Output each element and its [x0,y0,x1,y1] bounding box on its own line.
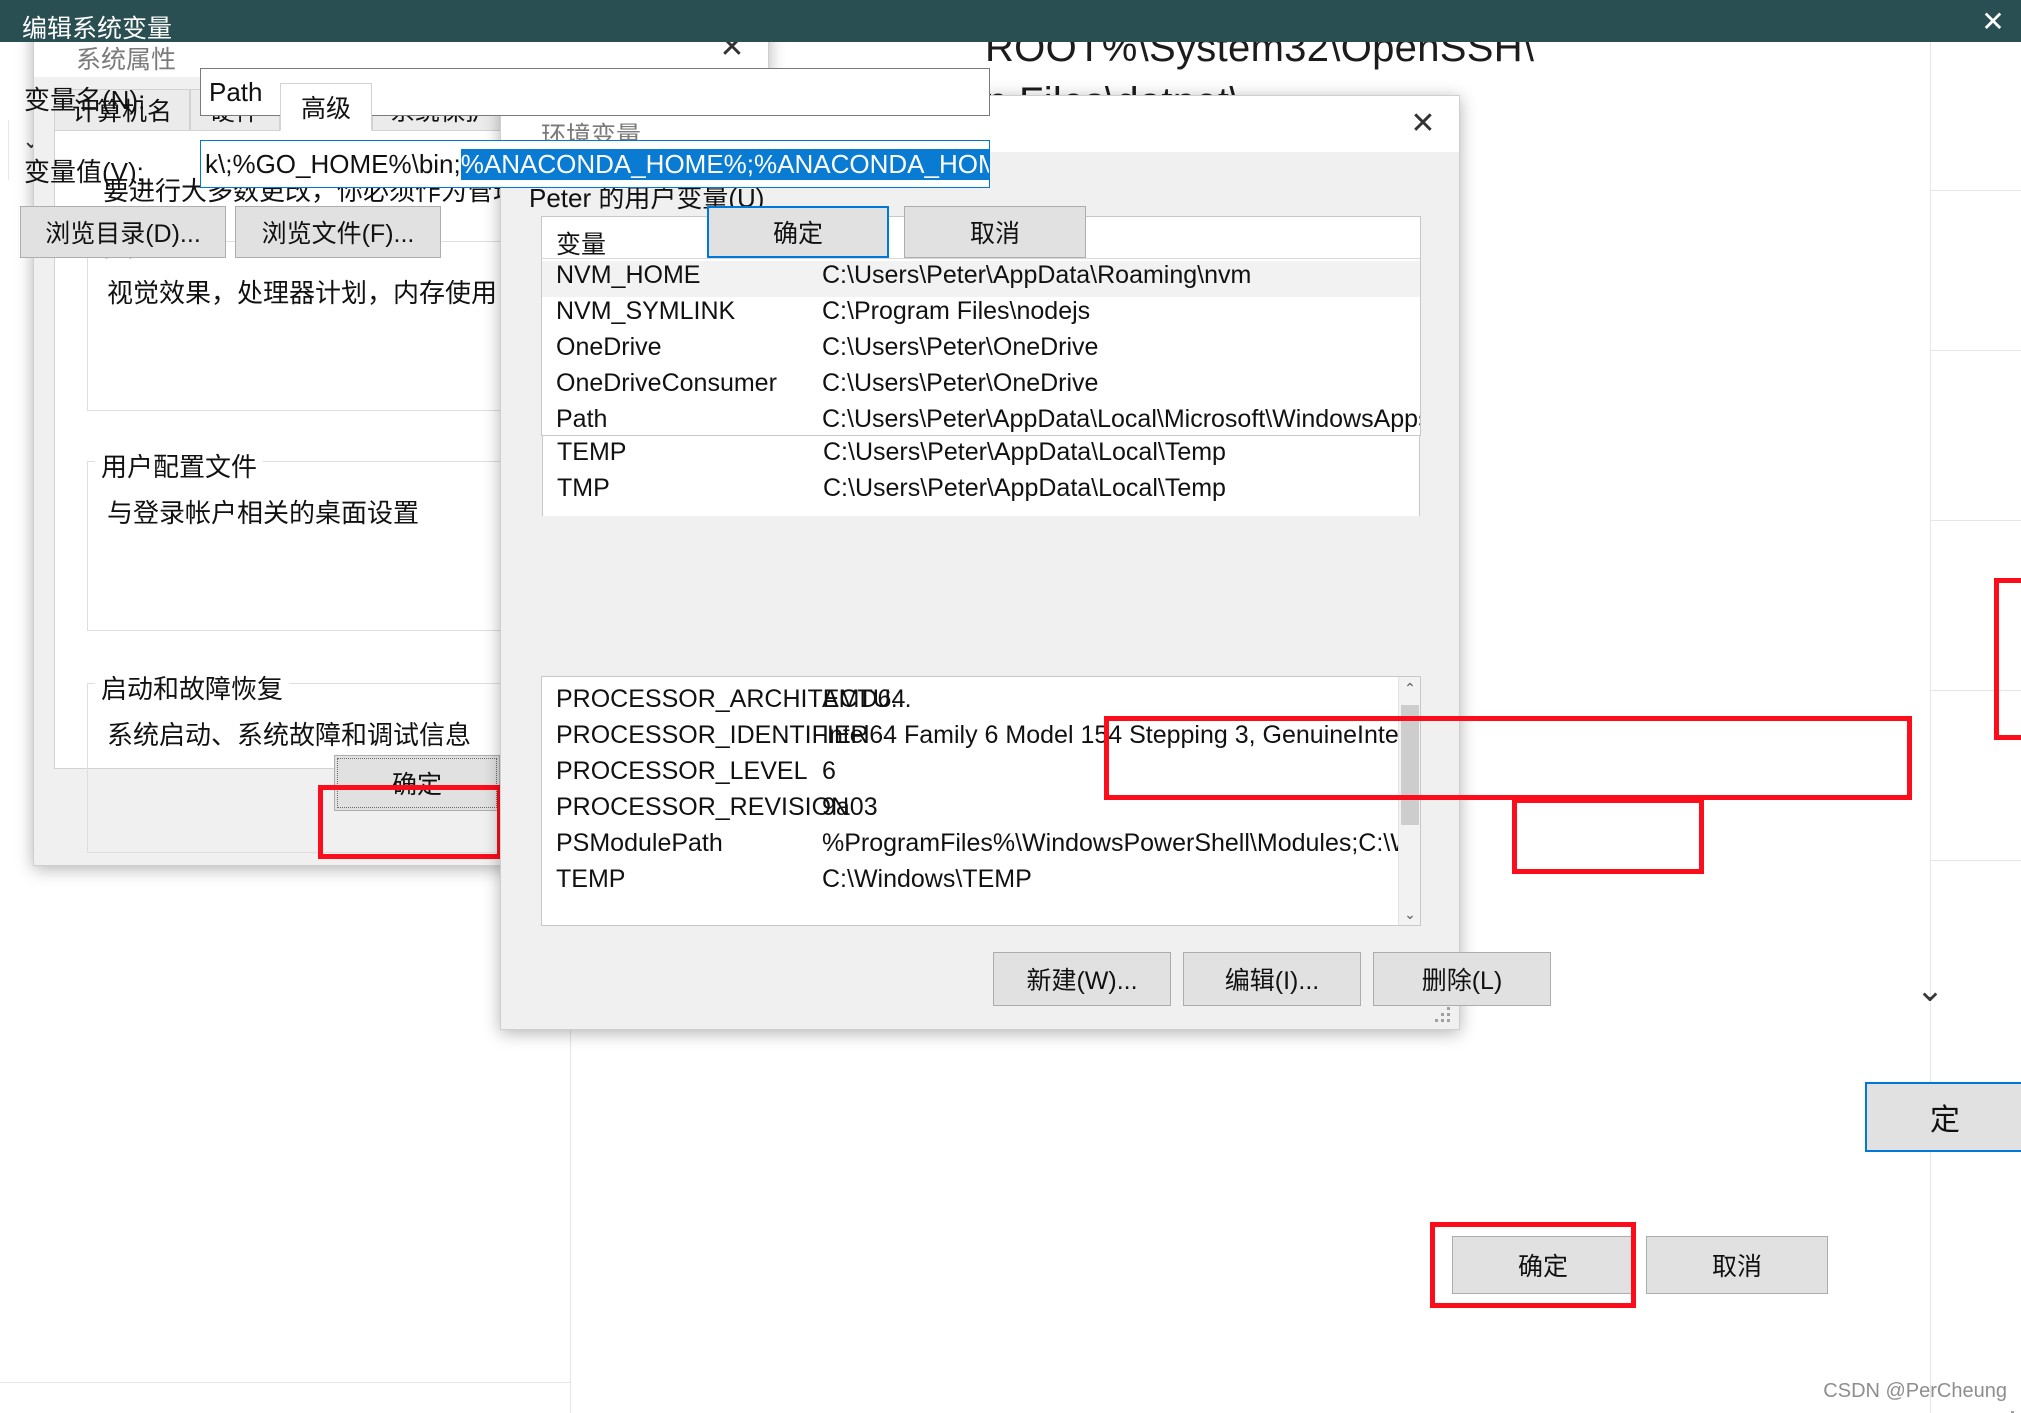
edit-dialog-cancel-button[interactable]: 取消 [904,206,1086,258]
table-row[interactable]: PROCESSOR_ARCHITECTU... AMD64 [542,685,1420,721]
table-row[interactable]: PROCESSOR_IDENTIFIER Intel64 Family 6 Mo… [542,721,1420,757]
table-row[interactable]: Path C:\Users\Peter\AppData\Local\Micros… [542,405,1420,435]
variable-value: C:\Users\Peter\AppData\Local\Temp [823,474,1226,502]
variable-name: OneDriveConsumer [556,369,777,397]
variable-name: NVM_SYMLINK [556,297,736,325]
variable-name: PROCESSOR_REVISION [556,793,850,821]
variable-name: TEMP [557,438,627,466]
watermark: CSDN @PerCheung [1823,1380,2007,1402]
variable-value-input[interactable]: k\;%GO_HOME%\bin; %ANACONDA_HOME%;%ANACON… [200,140,990,188]
variable-value: 9a03 [822,793,878,821]
table-row[interactable]: OneDriveConsumer C:\Users\Peter\OneDrive [542,369,1420,405]
table-row[interactable]: TMP C:\Users\Peter\AppData\Local\Temp [543,474,1419,510]
browse-file-button[interactable]: 浏览文件(F)... [235,206,441,258]
variable-name: PROCESSOR_LEVEL [556,757,808,785]
variable-name: TEMP [556,865,626,893]
chevron-down-icon[interactable]: ⌄ [1399,903,1420,925]
variable-name-value: Path [209,76,263,107]
user-profiles-group-title: 用户配置文件 [95,447,264,484]
variable-value: C:\Windows\TEMP [822,865,1032,893]
browse-directory-button[interactable]: 浏览目录(D)... [20,206,226,258]
variable-value: C:\Users\Peter\OneDrive [822,369,1099,397]
edit-dialog-titlebar [0,0,2021,42]
variable-value-selection: %ANACONDA_HOME%;%ANACONDA_HOME%\Scripts;… [460,148,989,180]
environment-variables-ok-button[interactable]: 确定 [1452,1236,1634,1294]
right-ok-button[interactable]: 定 [1865,1082,2021,1152]
variable-value: %ProgramFiles%\WindowsPowerShell\Modules… [822,829,1420,857]
user-profiles-group-desc: 与登录帐户相关的桌面设置 [107,498,420,528]
table-row[interactable]: OneDrive C:\Users\Peter\OneDrive [542,333,1420,369]
variable-value: C:\Users\Peter\AppData\Roaming\nvm [822,261,1252,289]
table-row[interactable]: TEMP C:\Users\Peter\AppData\Local\Temp [543,438,1419,474]
system-properties-title: 系统属性 [76,46,177,74]
table-row[interactable]: TEMP C:\Windows\TEMP [542,865,1420,901]
variable-name: OneDrive [556,333,662,361]
startup-recovery-group-title: 启动和故障恢复 [95,669,290,706]
table-row[interactable]: NVM_SYMLINK C:\Program Files\nodejs [542,297,1420,333]
system-properties-ok-button[interactable]: 确定 [334,755,500,811]
edit-variable-button[interactable]: 编辑(I)... [1183,952,1361,1006]
table-row[interactable]: PROCESSOR_REVISION 9a03 [542,793,1420,829]
variable-name: TMP [557,474,610,502]
close-icon[interactable]: ✕ [1965,0,2021,42]
tab-advanced[interactable]: 高级 [280,83,372,131]
startup-recovery-group-desc: 系统启动、系统故障和调试信息 [107,720,472,750]
table-row[interactable]: PROCESSOR_LEVEL 6 [542,757,1420,793]
system-variables-table[interactable]: PROCESSOR_ARCHITECTU... AMD64 PROCESSOR_… [541,676,1421,926]
variable-name: Path [556,405,608,433]
variable-value: AMD64 [822,685,906,713]
column-header-variable[interactable]: 变量 [556,225,606,261]
variable-value: C:\Users\Peter\OneDrive [822,333,1099,361]
variable-value: C:\Users\Peter\AppData\Local\Temp [823,438,1226,466]
delete-variable-button[interactable]: 删除(L) [1373,952,1551,1006]
variable-value: 6 [822,757,836,785]
variable-value: C:\Program Files\nodejs [822,297,1091,325]
variable-value: C:\Users\Peter\AppData\Local\Microsoft\W… [822,405,1420,433]
variable-value-prefix: k\;%GO_HOME%\bin; [205,148,461,179]
scroll-down-chevron-icon[interactable]: ⌄ [1900,960,1960,1020]
variable-value-label: 变量值(V): [24,157,144,187]
environment-variables-cancel-button[interactable]: 取消 [1646,1236,1828,1294]
table-row[interactable]: PSModulePath %ProgramFiles%\WindowsPower… [542,829,1420,865]
variable-name-label: 变量名(N): [24,85,146,115]
close-icon[interactable]: ✕ [1395,101,1451,147]
variable-value: Intel64 Family 6 Model 154 Stepping 3, G… [822,721,1405,749]
table-row[interactable]: NVM_HOME C:\Users\Peter\AppData\Roaming\… [542,261,1420,297]
scrollbar-thumb[interactable] [1401,705,1419,825]
variable-name: NVM_HOME [556,261,701,289]
system-variables-scrollbar[interactable]: ⌃ ⌄ [1398,677,1420,925]
variable-name: PSModulePath [556,829,723,857]
resize-grip-icon[interactable] [1435,1007,1453,1025]
user-variables-table-overflow[interactable]: TEMP C:\Users\Peter\AppData\Local\Temp T… [542,436,1420,516]
edit-dialog-title: 编辑系统变量 [22,15,173,43]
chevron-up-icon[interactable]: ⌃ [1399,677,1420,699]
new-variable-button[interactable]: 新建(W)... [993,952,1171,1006]
edit-dialog-ok-button[interactable]: 确定 [707,206,889,258]
